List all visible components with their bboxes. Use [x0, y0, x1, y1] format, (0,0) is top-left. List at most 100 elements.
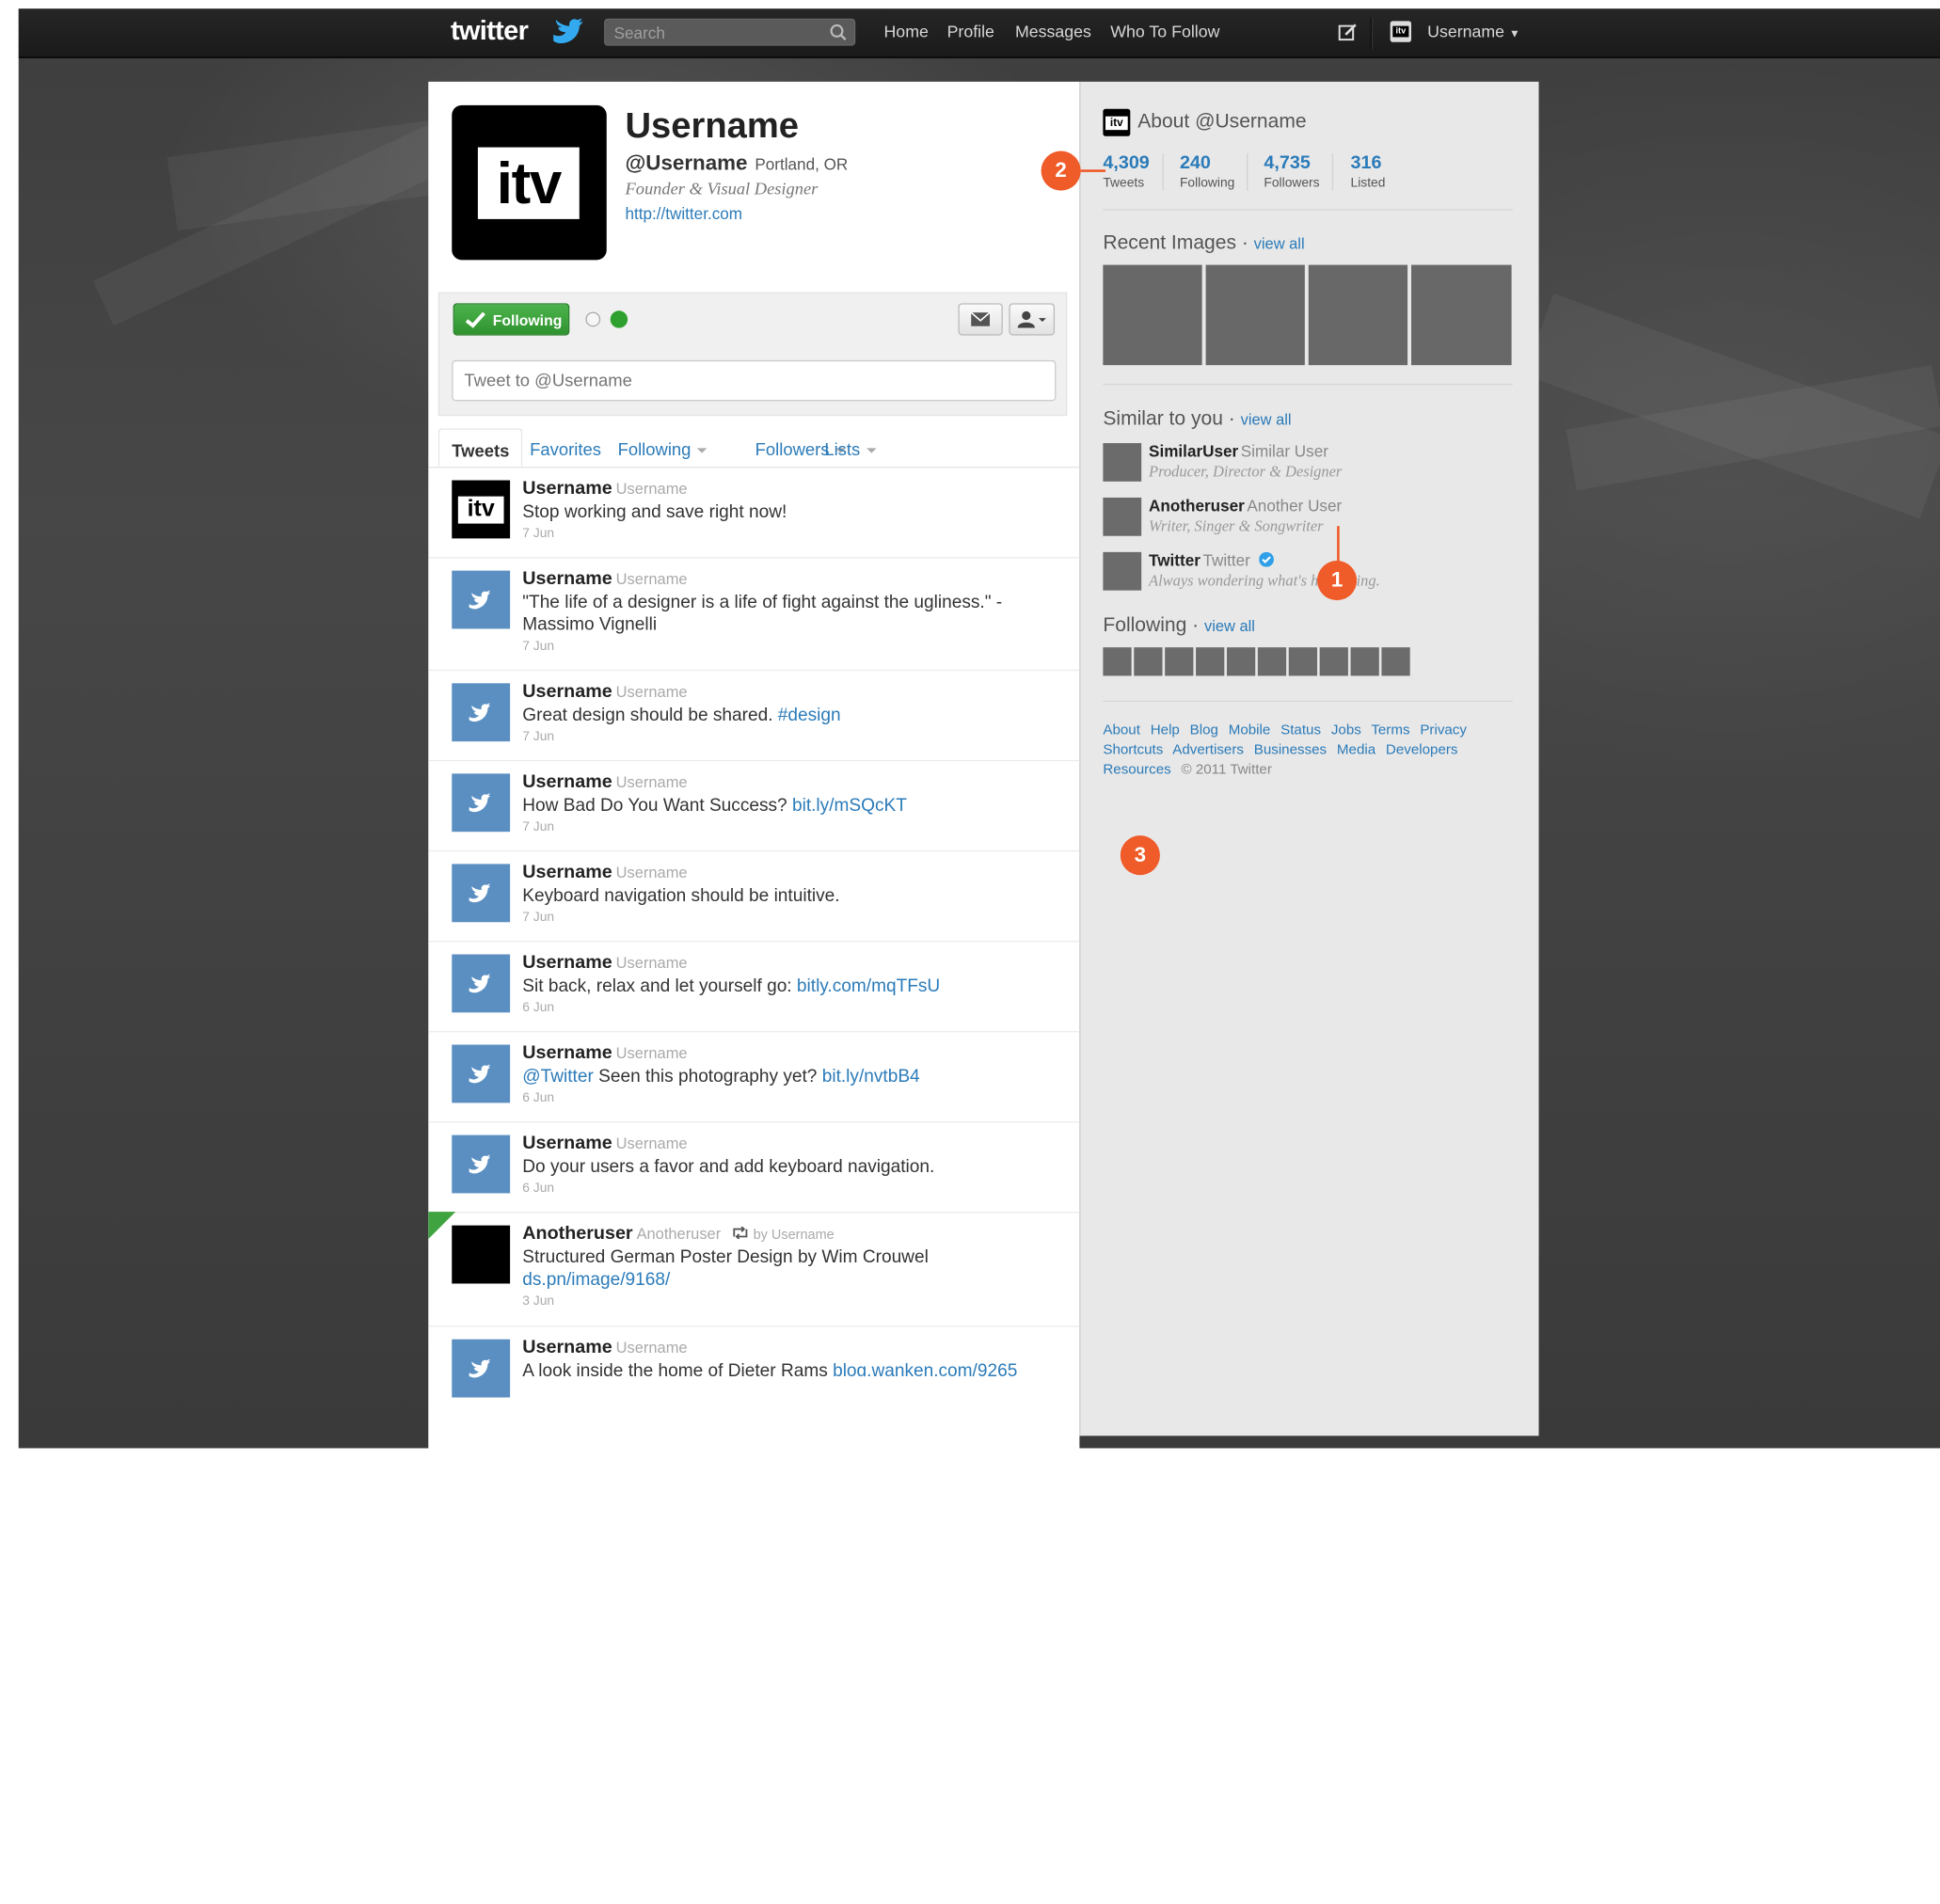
tweet-timestamp[interactable]: 3 Jun — [522, 1293, 554, 1309]
footer-link[interactable]: Terms — [1371, 722, 1409, 738]
footer-link[interactable]: Blog — [1190, 722, 1218, 738]
tab-following[interactable]: Following — [618, 439, 708, 459]
footer-link[interactable]: About — [1103, 722, 1140, 738]
avatar[interactable] — [452, 683, 511, 742]
retweets-toggle-icon[interactable] — [610, 310, 628, 328]
following-avatar[interactable] — [1319, 647, 1348, 676]
avatar[interactable] — [452, 773, 511, 833]
tweet-link[interactable]: #design — [778, 706, 841, 725]
tweet-link[interactable]: bit.ly/mSQcKT — [792, 796, 907, 816]
footer-link[interactable]: Status — [1280, 722, 1321, 738]
nav-messages[interactable]: Messages — [1015, 23, 1091, 41]
tweet-timestamp[interactable]: 6 Jun — [522, 1000, 554, 1015]
avatar[interactable] — [452, 570, 511, 629]
avatar[interactable] — [1103, 551, 1142, 591]
tweet-link[interactable]: bit.ly/nvtbB4 — [822, 1067, 920, 1087]
footer-link[interactable]: Privacy — [1420, 722, 1467, 738]
tab-favorites[interactable]: Favorites — [530, 439, 601, 459]
tweet-author[interactable]: Username Username — [522, 568, 687, 589]
recent-image[interactable] — [1205, 264, 1305, 366]
tweet-author[interactable]: Username Username — [522, 1337, 687, 1357]
avatar[interactable] — [452, 954, 511, 1013]
tweet-timestamp[interactable]: 6 Jun — [522, 1090, 554, 1105]
recent-image[interactable] — [1308, 264, 1408, 366]
avatar[interactable] — [1103, 497, 1142, 536]
following-avatar[interactable] — [1381, 647, 1410, 676]
compose-icon[interactable] — [1338, 23, 1358, 42]
tweet-to-input[interactable] — [452, 359, 1057, 402]
avatar[interactable] — [452, 1044, 511, 1103]
tweet-timestamp[interactable]: 7 Jun — [522, 526, 554, 541]
tweet-author[interactable]: Username Username — [522, 1042, 687, 1063]
account-avatar[interactable]: itv — [1390, 21, 1412, 42]
tweet-row[interactable]: Username Username @Twitter Seen this photo… — [428, 1031, 1080, 1123]
recent-images-view-all[interactable]: view all — [1254, 235, 1305, 252]
footer-link[interactable]: Advertisers — [1172, 742, 1244, 757]
tweet-row[interactable]: Username Username How Bad Do You Want Succ… — [428, 760, 1080, 852]
footer-link[interactable]: Help — [1151, 722, 1180, 738]
following-view-all[interactable]: view all — [1204, 618, 1255, 635]
search-box[interactable] — [604, 18, 856, 46]
tweet-link[interactable]: ds.pn/image/9168/ — [522, 1270, 670, 1290]
message-button[interactable] — [958, 303, 1003, 336]
stat-following[interactable]: 240 Following — [1180, 152, 1234, 191]
profile-url[interactable]: http://twitter.com — [625, 204, 742, 223]
nav-who-to-follow[interactable]: Who To Follow — [1110, 23, 1219, 41]
following-avatar[interactable] — [1134, 647, 1163, 676]
profile-avatar[interactable]: itv — [452, 104, 607, 261]
following-avatar[interactable] — [1350, 647, 1379, 676]
following-avatar[interactable] — [1226, 647, 1256, 676]
twitter-logo[interactable]: twitter — [451, 15, 583, 47]
tweet-author[interactable]: Username Username — [522, 862, 687, 882]
avatar[interactable] — [452, 1339, 511, 1398]
stat-listed[interactable]: 316 Listed — [1351, 152, 1386, 191]
nav-home[interactable]: Home — [883, 23, 928, 41]
footer-link[interactable]: Media — [1337, 742, 1375, 757]
tweet-row[interactable]: Username Username Keyboard navigation shou… — [428, 850, 1080, 943]
search-icon[interactable] — [830, 24, 847, 40]
tweet-author[interactable]: Username Username — [522, 1133, 687, 1153]
tweet-author[interactable]: Anotheruser Anotheruser by Username — [522, 1223, 834, 1244]
following-button[interactable]: Following — [453, 303, 570, 336]
nav-profile[interactable]: Profile — [947, 23, 994, 41]
account-menu[interactable]: Username ▼ — [1427, 23, 1520, 41]
tweet-timestamp[interactable]: 6 Jun — [522, 1181, 554, 1196]
following-avatar[interactable] — [1103, 647, 1132, 676]
footer-link[interactable]: Jobs — [1331, 722, 1361, 738]
recent-image[interactable] — [1103, 264, 1202, 366]
device-notify-icon[interactable] — [585, 311, 601, 327]
tweet-row[interactable]: Username Username Do your users a favor an… — [428, 1121, 1080, 1214]
footer-link[interactable]: Developers — [1386, 742, 1458, 757]
tweet-row[interactable]: Username Username "The life of a designer … — [428, 557, 1080, 672]
tweet-link[interactable]: @Twitter — [522, 1067, 594, 1087]
tweet-row[interactable]: Username Username Sit back, relax and let … — [428, 941, 1080, 1033]
tweet-author[interactable]: Username Username — [522, 478, 687, 499]
avatar[interactable] — [452, 1134, 511, 1194]
stat-followers[interactable]: 4,735 Followers — [1264, 152, 1319, 191]
tweet-row[interactable]: itv Username Username Stop working and save… — [428, 467, 1080, 559]
avatar[interactable]: itv — [452, 480, 511, 539]
recent-image[interactable] — [1411, 264, 1512, 366]
user-actions-button[interactable] — [1009, 303, 1056, 336]
tweet-timestamp[interactable]: 7 Jun — [522, 910, 554, 925]
following-avatar[interactable] — [1165, 647, 1194, 676]
following-avatar[interactable] — [1288, 647, 1318, 676]
tweet-link[interactable]: bitly.com/mqTFsU — [797, 976, 940, 996]
following-avatar[interactable] — [1257, 647, 1287, 676]
footer-link[interactable]: Businesses — [1254, 742, 1327, 757]
tab-tweets[interactable]: Tweets — [437, 428, 523, 468]
tweet-timestamp[interactable]: 7 Jun — [522, 729, 554, 744]
stat-tweets[interactable]: 4,309 Tweets — [1103, 152, 1149, 191]
tweet-author[interactable]: Username Username — [522, 681, 687, 702]
tweet-timestamp[interactable]: 7 Jun — [522, 819, 554, 834]
tab-lists[interactable]: Lists — [824, 439, 877, 459]
footer-link[interactable]: Shortcuts — [1103, 742, 1163, 757]
tweet-author[interactable]: Username Username — [522, 952, 687, 973]
tweet-link[interactable]: blog.wanken.com/9265 — [833, 1361, 1017, 1376]
tweet-row[interactable]: Username Username Great design should be s… — [428, 670, 1080, 762]
avatar[interactable] — [452, 864, 511, 923]
footer-link[interactable]: Resources — [1103, 763, 1170, 778]
tweet-row[interactable]: Username Username A look inside the home o… — [428, 1325, 1079, 1448]
tweet-row[interactable]: Anotheruser Anotheruser by Username Struct… — [428, 1212, 1080, 1327]
avatar[interactable] — [1103, 443, 1142, 482]
